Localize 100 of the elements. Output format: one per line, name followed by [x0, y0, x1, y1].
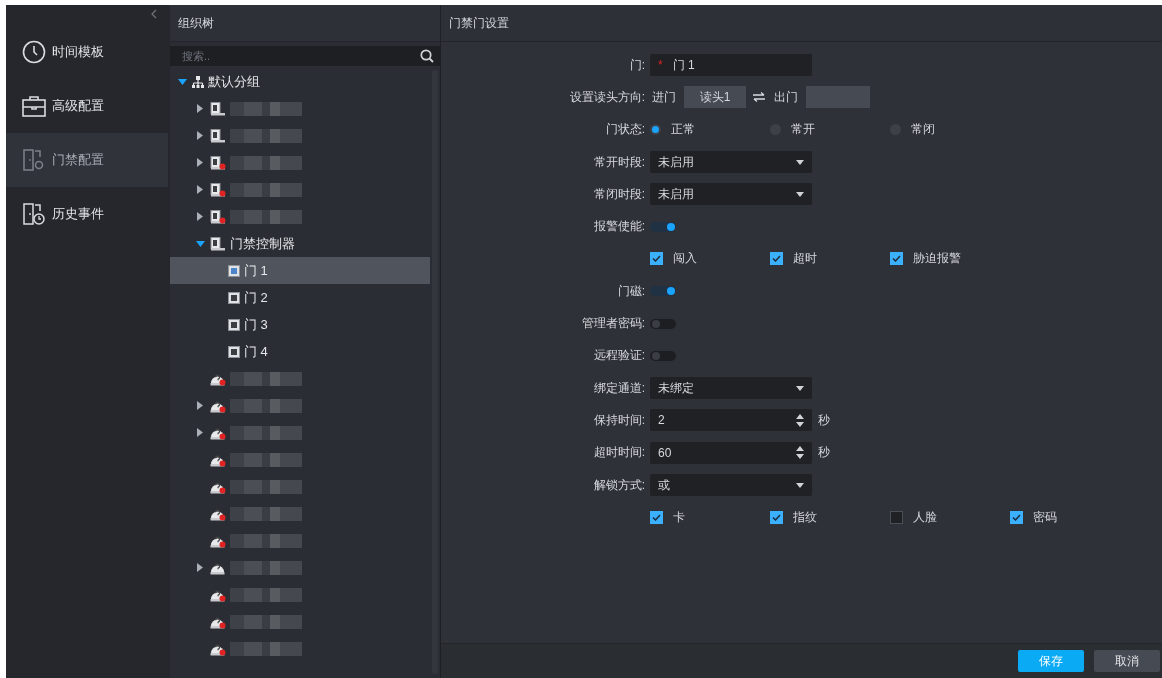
toggle-switch[interactable]	[650, 350, 676, 361]
door-icon	[228, 345, 240, 358]
blurred-label	[230, 398, 302, 413]
toggle-switch[interactable]	[650, 221, 676, 232]
cancel-button[interactable]: 取消	[1094, 650, 1160, 672]
tree-item-label: 门 2	[244, 288, 268, 307]
option-label: 常闭	[911, 121, 935, 139]
door-icon	[228, 264, 240, 277]
reader-field[interactable]	[806, 86, 870, 109]
unit-label: 秒	[818, 444, 830, 462]
field-label: 门:	[628, 56, 646, 74]
blurred-label	[230, 209, 302, 224]
option-label: 闯入	[673, 250, 697, 268]
collapsed-caret-icon[interactable]	[197, 428, 203, 437]
nav-item[interactable]: 门禁配置	[6, 133, 168, 187]
door-tree-item[interactable]: 门 4	[170, 338, 430, 365]
blurred-label	[230, 614, 302, 629]
checkbox[interactable]	[890, 510, 903, 524]
checkbox[interactable]	[770, 510, 783, 524]
nav-item[interactable]: 历史事件	[6, 187, 168, 241]
collapsed-caret-icon[interactable]	[197, 185, 203, 194]
option-label: 指纹	[793, 508, 817, 526]
checkbox[interactable]	[890, 252, 903, 266]
blurred-label	[230, 560, 302, 575]
checkbox[interactable]	[770, 252, 783, 266]
search-icon[interactable]	[420, 49, 434, 63]
dropdown[interactable]: 未启用	[650, 183, 812, 206]
collapsed-caret-icon[interactable]	[197, 401, 203, 410]
spinner-arrows-icon[interactable]	[796, 413, 804, 427]
nav-item[interactable]: 时间模板	[6, 25, 168, 79]
field-label: 常闭时段:	[592, 185, 646, 203]
blurred-label	[230, 479, 302, 494]
blurred-label	[230, 101, 302, 116]
field-label: 常开时段:	[592, 153, 646, 171]
collapsed-caret-icon[interactable]	[197, 158, 203, 167]
field-label: 保持时间:	[592, 411, 646, 429]
blurred-label	[230, 155, 302, 170]
option-label: 常开	[791, 121, 815, 139]
door-clock-icon	[22, 202, 46, 226]
field-label: 门状态:	[604, 121, 646, 139]
dropdown-caret-icon	[796, 385, 804, 391]
checkbox[interactable]	[650, 510, 663, 524]
blurred-label	[230, 452, 302, 467]
toolbox-icon	[22, 95, 46, 117]
option-label: 卡	[673, 508, 685, 526]
number-field[interactable]: 60	[650, 441, 812, 464]
blurred-label	[230, 533, 302, 548]
dropdown[interactable]: 或	[650, 474, 812, 496]
collapsed-caret-icon[interactable]	[197, 104, 203, 113]
door-icon	[228, 318, 240, 331]
org-tree-icon	[192, 75, 204, 88]
toggle-switch[interactable]	[650, 286, 676, 297]
dropdown[interactable]: 未启用	[650, 151, 812, 174]
nav-item[interactable]: 高级配置	[6, 79, 168, 133]
collapsed-caret-icon[interactable]	[197, 131, 203, 140]
collapse-chevron-icon[interactable]	[150, 9, 158, 19]
checkbox[interactable]	[1010, 510, 1023, 524]
door-icon	[228, 291, 240, 304]
blurred-label	[230, 182, 302, 197]
door-tree-item[interactable]: 门 1	[170, 257, 430, 284]
checkbox[interactable]	[650, 252, 663, 266]
option-label: 人脸	[913, 508, 937, 526]
collapsed-caret-icon[interactable]	[197, 563, 203, 572]
tree-item-label: 门禁控制器	[230, 234, 295, 253]
clock-icon	[22, 40, 46, 64]
blurred-label	[230, 641, 302, 656]
dropdown-caret-icon	[796, 191, 804, 197]
field-label: 远程验证:	[592, 347, 646, 365]
blurred-label	[230, 587, 302, 602]
number-field[interactable]: 2	[650, 409, 812, 432]
spinner-arrows-icon[interactable]	[796, 446, 804, 460]
panel-title: 门禁门设置	[449, 14, 509, 32]
option-label: 密码	[1033, 508, 1057, 526]
swap-icon[interactable]	[752, 92, 766, 103]
required-mark: *	[658, 58, 663, 73]
field-label: 门磁:	[616, 282, 646, 300]
door-name-field[interactable]: * 门 1	[650, 54, 812, 77]
unit-label: 秒	[818, 411, 830, 429]
door-gear-icon	[22, 148, 46, 172]
collapsed-caret-icon[interactable]	[197, 212, 203, 221]
expanded-caret-icon[interactable]	[177, 78, 187, 85]
blurred-label	[230, 128, 302, 143]
reader-field[interactable]: 读头1	[684, 86, 746, 109]
door-tree-item[interactable]: 门 3	[170, 311, 430, 338]
radio-button[interactable]	[650, 124, 661, 136]
dropdown[interactable]: 未绑定	[650, 377, 812, 400]
expanded-caret-icon[interactable]	[195, 240, 205, 247]
search-field[interactable]: 搜索..	[170, 46, 440, 66]
door-tree-item[interactable]: 门 2	[170, 284, 430, 311]
direction-label: 进门	[652, 88, 676, 106]
option-label: 正常	[671, 121, 695, 139]
field-label: 设置读头方向:	[568, 88, 646, 106]
dropdown-caret-icon	[796, 159, 804, 165]
field-value: 门 1	[672, 56, 695, 74]
field-label: 报警使能:	[592, 218, 646, 236]
tree-item-label: 门 4	[244, 342, 268, 361]
option-label: 胁迫报警	[913, 250, 961, 268]
toggle-switch[interactable]	[650, 318, 676, 329]
panel-title: 组织树	[178, 14, 214, 32]
blurred-label	[230, 506, 302, 521]
